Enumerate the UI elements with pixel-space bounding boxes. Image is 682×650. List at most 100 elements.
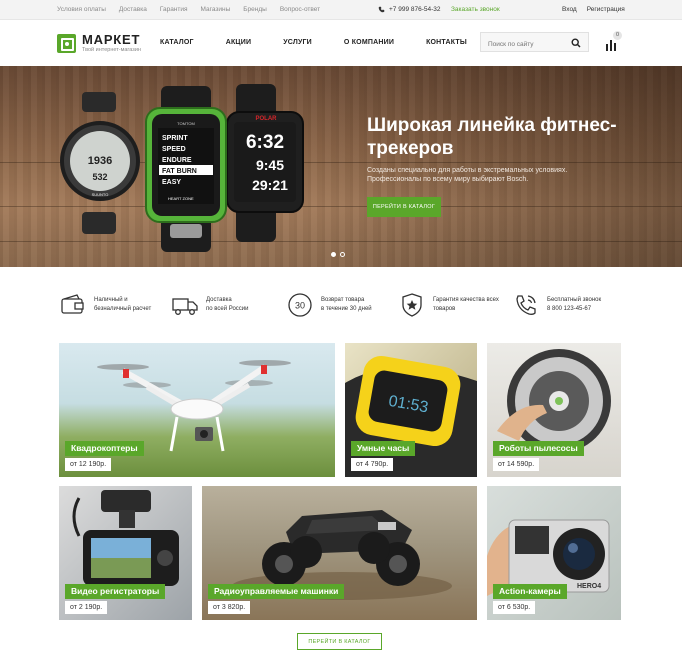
watch2-item-endure: ENDURE: [162, 157, 192, 164]
tile-price-action-cams: от 6 530р.: [493, 601, 536, 614]
feature-payment-line2: безналичный расчет: [94, 306, 152, 312]
link-stores[interactable]: Магазины: [201, 6, 231, 13]
nav-contacts[interactable]: КОНТАКТЫ: [426, 39, 467, 46]
watch-polar: 6:32 9:45 29:21 POLAR: [226, 84, 304, 242]
tile-price-dash-cams: от 2 190р.: [65, 601, 108, 614]
hero-text: Созданы специально для работы в экстрема…: [367, 167, 568, 183]
link-brands[interactable]: Бренды: [243, 6, 267, 13]
wallet-icon: [61, 294, 84, 314]
logo-icon: [57, 34, 76, 53]
logo[interactable]: МАРКЕТ Твой интернет-магазин: [57, 32, 141, 53]
feature-delivery-line1: Доставка: [206, 297, 232, 303]
dash-cam-image: [72, 490, 179, 586]
watch2-item-fatburn: FAT BURN: [162, 168, 197, 175]
phone-number[interactable]: +7 999 876-54-32: [378, 6, 441, 13]
hero-catalog-button[interactable]: ПЕРЕЙТИ В КАТАЛОГ: [367, 197, 441, 217]
feature-call-line2: 8 800 123-45-67: [547, 306, 592, 312]
tile-label-dash-cams: Видео регистраторы: [65, 584, 166, 599]
watch3-brand: POLAR: [256, 116, 278, 122]
feature-delivery-line2: по всей России: [206, 306, 249, 312]
callback-link[interactable]: Заказать звонок: [451, 6, 500, 13]
link-payment[interactable]: Условия оплаты: [57, 6, 106, 13]
login-link[interactable]: Вход: [562, 6, 577, 13]
link-warranty[interactable]: Гарантия: [160, 6, 188, 13]
watch3-time1: 6:32: [246, 132, 284, 153]
tile-label-action-cams: Action-камеры: [493, 584, 567, 599]
top-bar: Условия оплаты Доставка Гарантия Магазин…: [0, 0, 682, 20]
features-strip: Наличный и безналичный расчет Доставка по …: [0, 280, 682, 330]
feature-return: 30 Возврат товара в течение 30 дней: [287, 292, 372, 318]
hero-banner: 1936 532 SUUNTO 6:32 9:45 29:21 POLAR TO…: [0, 66, 682, 267]
search-input[interactable]: [481, 35, 566, 54]
nav-services[interactable]: УСЛУГИ: [283, 39, 312, 46]
watch3-time2: 9:45: [256, 157, 284, 173]
link-faq[interactable]: Вопрос-ответ: [280, 6, 320, 13]
drone-image: [97, 360, 291, 452]
return-30-icon: 30: [288, 293, 312, 317]
hero-title: Широкая линейка фитнес-трекеров: [367, 115, 617, 159]
tile-price-smart-watches: от 4 790р.: [351, 458, 394, 471]
search-box: [480, 32, 589, 54]
watch2-item-sprint: SPRINT: [162, 135, 188, 142]
main-nav: КАТАЛОГ АКЦИИ УСЛУГИ О КОМПАНИИ КОНТАКТЫ: [160, 39, 499, 46]
category-tile-smart-watches[interactable]: 01:53 Умные часы от 4 790р.: [345, 343, 477, 477]
slider-dot-1[interactable]: [331, 252, 336, 257]
tile-label-robot-vacuums: Роботы пылесосы: [493, 441, 584, 456]
truck-icon: [172, 298, 198, 315]
bar-chart-icon: [606, 40, 616, 51]
watch2-footer: HEART ZONE: [168, 196, 194, 201]
watch1-brand: SUUNTO: [92, 192, 109, 197]
feature-payment-line1: Наличный и: [94, 297, 128, 303]
feature-warranty-line1: Гарантия качества всех: [433, 297, 499, 303]
search-icon[interactable]: [571, 38, 581, 48]
category-tile-drones[interactable]: Квадрокоптеры от 12 190р.: [59, 343, 335, 477]
watch-suunto: 1936 532 SUUNTO: [60, 92, 140, 234]
phone-call-icon: [516, 295, 536, 315]
auth-links: Вход Регистрация: [562, 6, 625, 13]
phone-icon: [378, 6, 385, 13]
svg-text:HERO4: HERO4: [577, 583, 601, 590]
category-tile-dash-cams[interactable]: Видео регистраторы от 2 190р.: [59, 486, 192, 620]
category-tile-robot-vacuums[interactable]: Роботы пылесосы от 14 590р.: [487, 343, 621, 477]
tile-price-drones: от 12 190р.: [65, 458, 112, 471]
logo-name: МАРКЕТ: [82, 32, 141, 47]
feature-free-call: Бесплатный звонок 8 800 123-45-67: [513, 292, 601, 318]
tile-label-drones: Квадрокоптеры: [65, 441, 144, 456]
watch-tomtom: TOMTOM SPRINT SPEED ENDURE FAT BURN EASY…: [145, 86, 227, 252]
tile-label-smart-watches: Умные часы: [351, 441, 416, 456]
nav-promotions[interactable]: АКЦИИ: [226, 39, 252, 46]
return-icon-text: 30: [295, 301, 305, 311]
register-link[interactable]: Регистрация: [587, 6, 625, 13]
logo-tagline: Твой интернет-магазин: [82, 47, 141, 53]
feature-payment: Наличный и безналичный расчет: [60, 292, 151, 318]
feature-warranty-line2: товаров: [433, 306, 456, 312]
shield-star-icon: [402, 293, 422, 317]
watch1-time1: 1936: [88, 155, 112, 167]
phone-text: +7 999 876-54-32: [389, 6, 441, 13]
robot-vacuum-image: [497, 349, 611, 453]
link-delivery[interactable]: Доставка: [119, 6, 147, 13]
catalog-button[interactable]: ПЕРЕЙТИ В КАТАЛОГ: [297, 633, 382, 650]
watch3-time3: 29:21: [252, 177, 288, 193]
watch2-brand: TOMTOM: [177, 121, 195, 126]
header: МАРКЕТ Твой интернет-магазин КАТАЛОГ АКЦ…: [0, 20, 682, 66]
rc-car-image: [232, 510, 452, 600]
tile-price-robot-vacuums: от 14 590р.: [493, 458, 540, 471]
slider-dots: [331, 252, 345, 257]
nav-about[interactable]: О КОМПАНИИ: [344, 39, 394, 46]
slider-dot-2[interactable]: [340, 252, 345, 257]
action-cam-image: HERO4: [487, 519, 610, 596]
compare-count-badge: 0: [613, 31, 622, 40]
feature-warranty: Гарантия качества всех товаров: [399, 292, 499, 318]
compare-button[interactable]: 0: [606, 31, 622, 51]
watch1-time2: 532: [92, 172, 107, 182]
category-tile-action-cams[interactable]: HERO4 Action-камеры от 6 530р.: [487, 486, 621, 620]
feature-delivery: Доставка по всей России: [172, 292, 249, 318]
nav-catalog[interactable]: КАТАЛОГ: [160, 39, 194, 46]
feature-return-line2: в течение 30 дней: [321, 306, 372, 312]
category-tile-rc-cars[interactable]: Радиоуправляемые машинки от 3 820р.: [202, 486, 477, 620]
feature-return-line1: Возврат товара: [321, 297, 365, 303]
smart-watch-image: 01:53: [345, 355, 477, 477]
feature-call-line1: Бесплатный звонок: [547, 297, 602, 303]
tile-label-rc-cars: Радиоуправляемые машинки: [208, 584, 345, 599]
